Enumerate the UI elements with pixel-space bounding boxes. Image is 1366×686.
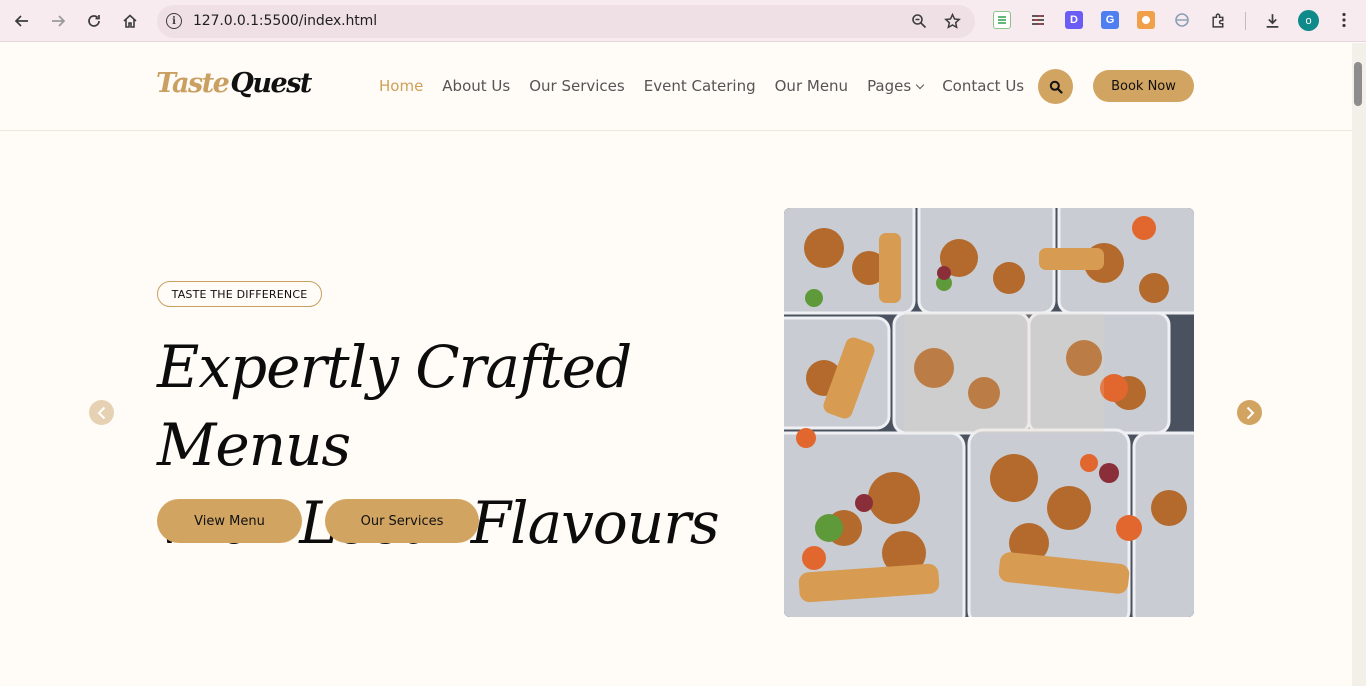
nav-about-us[interactable]: About Us xyxy=(442,77,510,95)
page-scrollbar-track[interactable] xyxy=(1352,43,1366,686)
carousel-next-button[interactable] xyxy=(1237,400,1262,425)
nav-pages-dropdown[interactable]: Pages xyxy=(867,77,925,95)
nav-our-menu[interactable]: Our Menu xyxy=(775,77,848,95)
site-logo[interactable]: TasteQuest xyxy=(156,68,312,99)
view-menu-button[interactable]: View Menu xyxy=(157,499,302,543)
logo-part-taste: Taste xyxy=(156,68,230,99)
page-scrollbar-thumb[interactable] xyxy=(1354,62,1362,106)
profile-avatar[interactable]: o xyxy=(1298,10,1319,31)
site-header: TasteQuest Home About Us Our Services Ev… xyxy=(0,43,1352,131)
hero-food-image xyxy=(784,208,1194,617)
reload-icon[interactable] xyxy=(82,9,106,33)
nav-contact-us[interactable]: Contact Us xyxy=(942,77,1024,95)
nav-home[interactable]: Home xyxy=(379,77,423,95)
address-bar[interactable]: i 127.0.0.1:5500/index.html xyxy=(157,5,975,38)
search-button[interactable] xyxy=(1038,69,1073,104)
d-extension-icon[interactable]: D xyxy=(1065,11,1083,29)
sync-extension-icon[interactable] xyxy=(1173,11,1191,29)
nav-our-services[interactable]: Our Services xyxy=(529,77,625,95)
color-picker-extension-icon[interactable] xyxy=(1137,11,1155,29)
main-nav: Home About Us Our Services Event Caterin… xyxy=(379,77,1043,95)
translate-extension-icon[interactable]: G xyxy=(1101,11,1119,29)
sheets-extension-icon[interactable] xyxy=(993,11,1011,29)
site-info-icon[interactable]: i xyxy=(166,13,182,29)
chevron-down-icon xyxy=(915,80,925,90)
hero-headline-line1: Expertly Crafted Menus xyxy=(157,333,632,479)
list-extension-icon[interactable] xyxy=(1029,11,1047,29)
hero-badge: TASTE THE DIFFERENCE xyxy=(157,281,322,307)
more-menu-icon[interactable] xyxy=(1335,11,1353,29)
zoom-icon[interactable] xyxy=(909,11,929,31)
our-services-button[interactable]: Our Services xyxy=(325,499,479,543)
carousel-prev-button[interactable] xyxy=(89,400,114,425)
nav-pages-label: Pages xyxy=(867,77,912,95)
toolbar-divider xyxy=(1245,12,1246,30)
extensions-icon[interactable] xyxy=(1209,11,1227,29)
book-now-button[interactable]: Book Now xyxy=(1093,70,1194,102)
forward-icon[interactable] xyxy=(46,9,70,33)
home-icon[interactable] xyxy=(118,9,142,33)
nav-event-catering[interactable]: Event Catering xyxy=(644,77,756,95)
chevron-left-icon xyxy=(97,406,105,419)
browser-toolbar: i 127.0.0.1:5500/index.html D G o xyxy=(0,0,1366,42)
chevron-right-icon xyxy=(1246,406,1254,419)
search-icon xyxy=(1049,80,1063,94)
back-icon[interactable] xyxy=(10,9,34,33)
url-text[interactable]: 127.0.0.1:5500/index.html xyxy=(193,13,377,29)
logo-part-quest: Quest xyxy=(230,68,312,99)
bookmark-star-icon[interactable] xyxy=(942,11,962,31)
download-icon[interactable] xyxy=(1263,11,1281,29)
